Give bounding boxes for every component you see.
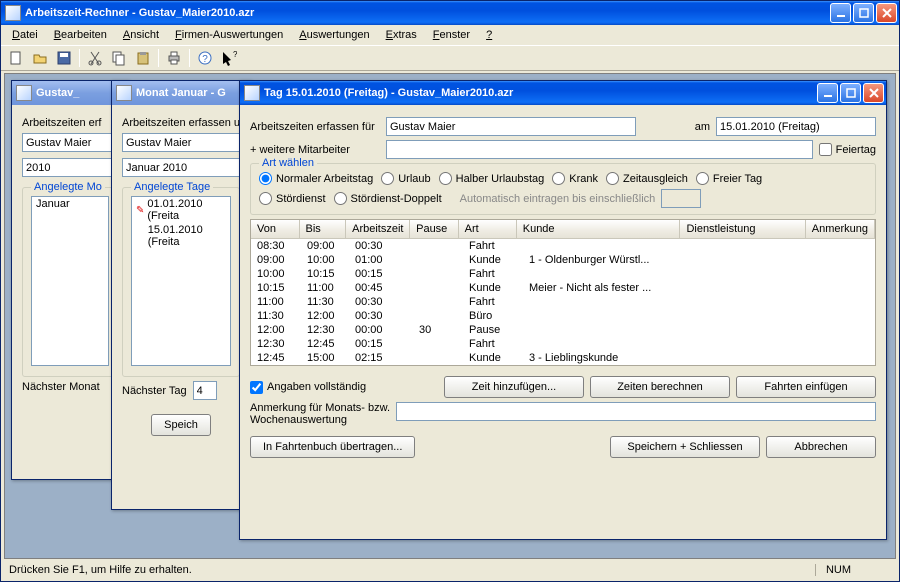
month-group-label: Angelegte Tage (131, 181, 213, 193)
save-icon[interactable] (53, 47, 75, 69)
day-list-item[interactable]: 15.01.2010 (Freita (132, 223, 230, 249)
menu-ansicht[interactable]: Ansicht (116, 27, 166, 43)
pen-icon: ✎ (136, 205, 144, 216)
day-maximize-button[interactable] (840, 83, 861, 103)
radio-freier-tag[interactable]: Freier Tag (696, 172, 762, 185)
year-name-field[interactable] (22, 133, 118, 152)
col-arbeitszeit[interactable]: Arbeitszeit (346, 220, 410, 238)
statusbar: Drücken Sie F1, um Hilfe zu erhalten. NU… (3, 561, 897, 579)
table-row[interactable]: 12:4515:0002:15Kunde3 - Lieblingskunde (251, 351, 875, 365)
doc-icon (116, 85, 132, 101)
radio-normaler-arbeitstag[interactable]: Normaler Arbeitstag (259, 172, 373, 185)
am-label: am (695, 121, 710, 133)
day-date-field[interactable] (716, 117, 876, 136)
menu-bearbeiten[interactable]: Bearbeiten (47, 27, 114, 43)
year-label-erfassen: Arbeitszeiten erf (22, 117, 101, 129)
menu-?[interactable]: ? (479, 27, 499, 43)
table-row[interactable]: 12:0012:3000:0030Pause (251, 323, 875, 337)
menu-fenster[interactable]: Fenster (426, 27, 477, 43)
radio-stördienst[interactable]: Stördienst (259, 192, 326, 205)
copy-icon[interactable] (108, 47, 130, 69)
cut-icon[interactable] (84, 47, 106, 69)
day-group-label: Art wählen (259, 157, 317, 169)
note-field[interactable] (396, 402, 876, 421)
month-next-label: Nächster Tag (122, 385, 187, 397)
table-row[interactable]: 12:3012:4500:15Fahrt (251, 337, 875, 351)
whatsthis-icon[interactable]: ? (218, 47, 240, 69)
month-list-item[interactable]: Januar (32, 197, 108, 211)
radio-halber-urlaubstag[interactable]: Halber Urlaubstag (439, 172, 545, 185)
table-row[interactable]: 10:1511:0000:45KundeMeier - Nicht als fe… (251, 281, 875, 295)
month-field[interactable] (122, 158, 240, 177)
note-label-2: Wochenauswertung (250, 414, 390, 426)
new-icon[interactable] (5, 47, 27, 69)
app-title: Arbeitszeit-Rechner - Gustav_Maier2010.a… (25, 7, 830, 19)
col-kunde[interactable]: Kunde (517, 220, 681, 238)
day-minimize-button[interactable] (817, 83, 838, 103)
help-icon[interactable]: ? (194, 47, 216, 69)
transfer-button[interactable]: In Fahrtenbuch übertragen... (250, 436, 415, 458)
day-list-item[interactable]: ✎01.01.2010 (Freita (132, 197, 230, 223)
table-row[interactable]: 10:0010:1500:15Fahrt (251, 267, 875, 281)
mdi-client: Gustav_ Arbeitszeiten erf Angelegte Mo J… (4, 73, 896, 559)
maximize-button[interactable] (853, 3, 874, 23)
calc-times-button[interactable]: Zeiten berechnen (590, 376, 730, 398)
doc-icon (244, 85, 260, 101)
table-row[interactable]: 11:0011:3000:30Fahrt (251, 295, 875, 309)
day-window-title: Tag 15.01.2010 (Freitag) - Gustav_Maier2… (264, 87, 817, 99)
save-close-button[interactable]: Speichern + Schliessen (610, 436, 760, 458)
menu-extras[interactable]: Extras (379, 27, 424, 43)
month-window-title: Monat Januar - G (136, 87, 248, 99)
radio-zeitausgleich[interactable]: Zeitausgleich (606, 172, 688, 185)
month-name-field[interactable] (122, 133, 240, 152)
col-bis[interactable]: Bis (300, 220, 347, 238)
auto-label: Automatisch eintragen bis einschließlich (460, 193, 656, 205)
year-field[interactable] (22, 158, 118, 177)
complete-checkbox[interactable]: Angaben vollständig (250, 381, 366, 394)
day-name-field[interactable] (386, 117, 636, 136)
year-next-label: Nächster Monat (22, 381, 100, 393)
svg-text:?: ? (233, 50, 237, 59)
col-art[interactable]: Art (459, 220, 517, 238)
auto-field (661, 189, 701, 208)
add-time-button[interactable]: Zeit hinzufügen... (444, 376, 584, 398)
year-group-label: Angelegte Mo (31, 181, 105, 193)
status-text: Drücken Sie F1, um Hilfe zu erhalten. (9, 564, 192, 576)
app-icon (5, 5, 21, 21)
more-field[interactable] (386, 140, 813, 159)
svg-text:?: ? (202, 54, 208, 65)
menubar: DateiBearbeitenAnsichtFirmen-Auswertunge… (1, 25, 899, 45)
radio-krank[interactable]: Krank (552, 172, 598, 185)
more-label: + weitere Mitarbeiter (250, 144, 380, 156)
day-label-erfassen: Arbeitszeiten erfassen für (250, 121, 380, 133)
minimize-button[interactable] (830, 3, 851, 23)
insert-trips-button[interactable]: Fahrten einfügen (736, 376, 876, 398)
col-von[interactable]: Von (251, 220, 300, 238)
col-pause[interactable]: Pause (410, 220, 459, 238)
month-save-button[interactable]: Speich (151, 414, 211, 436)
table-row[interactable]: 09:0010:0001:00Kunde1 - Oldenburger Würs… (251, 253, 875, 267)
month-label-erfassen: Arbeitszeiten erfassen u (122, 117, 240, 129)
menu-auswertungen[interactable]: Auswertungen (292, 27, 376, 43)
print-icon[interactable] (163, 47, 185, 69)
note-label-1: Anmerkung für Monats- bzw. (250, 402, 390, 414)
doc-icon (16, 85, 32, 101)
radio-stördienst-doppelt[interactable]: Stördienst-Doppelt (334, 192, 442, 205)
close-button[interactable] (876, 3, 897, 23)
status-num: NUM (815, 564, 861, 576)
table-row[interactable]: 08:3009:0000:30Fahrt (251, 239, 875, 253)
menu-datei[interactable]: Datei (5, 27, 45, 43)
table-row[interactable]: 11:3012:0000:30Büro (251, 309, 875, 323)
cancel-button[interactable]: Abbrechen (766, 436, 876, 458)
paste-icon[interactable] (132, 47, 154, 69)
holiday-checkbox[interactable]: Feiertag (819, 143, 876, 156)
col-anmerkung[interactable]: Anmerkung (806, 220, 875, 238)
open-icon[interactable] (29, 47, 51, 69)
toolbar: ?? (1, 45, 899, 71)
next-day-field[interactable] (193, 381, 217, 400)
menu-firmen-auswertungen[interactable]: Firmen-Auswertungen (168, 27, 290, 43)
col-dienstleistung[interactable]: Dienstleistung (680, 220, 805, 238)
day-close-button[interactable] (863, 83, 884, 103)
radio-urlaub[interactable]: Urlaub (381, 172, 430, 185)
